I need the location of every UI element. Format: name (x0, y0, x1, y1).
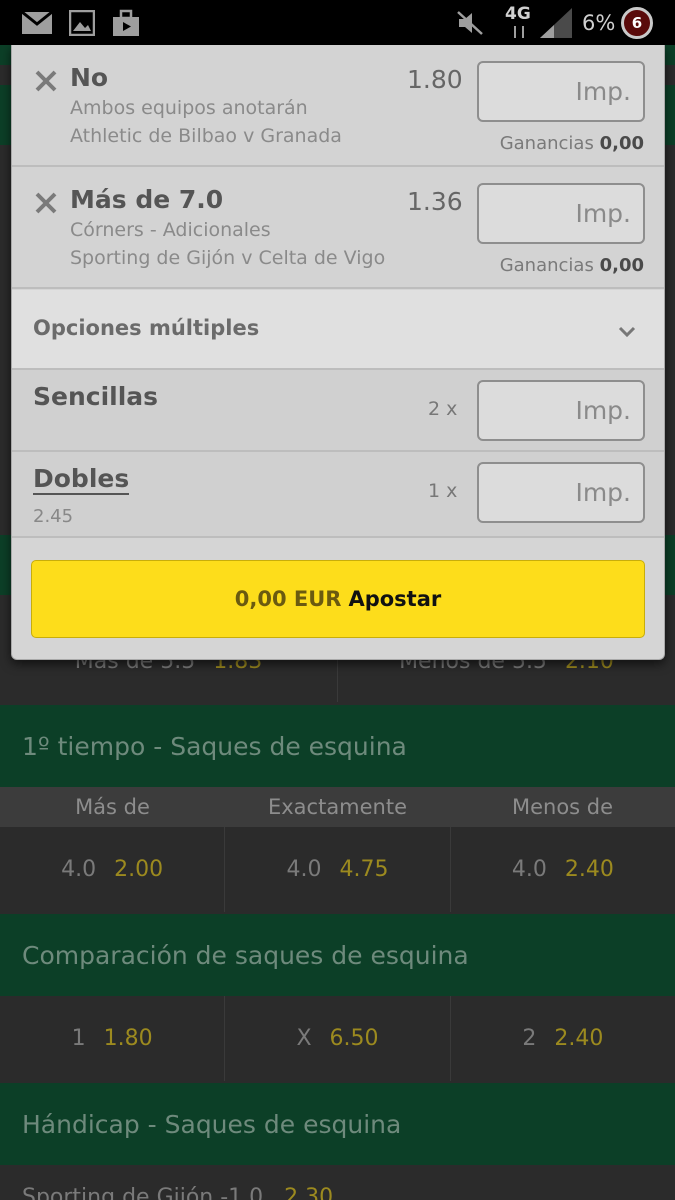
winnings: Ganancias 0,00 (499, 133, 644, 154)
market-name: Córners - Adicionales (70, 219, 271, 241)
odds-row: 4.0 2.00 4.0 4.75 4.0 2.40 (0, 827, 675, 912)
odds-cell[interactable]: 4.0 4.75 (225, 827, 451, 912)
gallery-icon (69, 10, 95, 36)
partial-odds-row[interactable]: Sporting de Gijón -1.0 2.30 (22, 1185, 333, 1200)
doubles-multiplier: 1 x (428, 480, 458, 502)
doubles-odds: 2.45 (33, 506, 74, 527)
doubles-label[interactable]: Dobles (33, 464, 130, 495)
section-header[interactable]: Comparación de saques de esquina (0, 914, 675, 996)
odds-cell[interactable]: X 6.50 (225, 996, 451, 1081)
singles-row: Sencillas 2 x Imp. (12, 370, 664, 452)
notification-badge: 6 (621, 7, 653, 39)
column-headers: Más de Exactamente Menos de (0, 787, 675, 827)
column-header: Más de (75, 795, 150, 819)
multiple-options-toggle[interactable]: Opciones múltiples (12, 290, 664, 370)
selection-name: No (70, 63, 109, 92)
odds-cell[interactable]: 1 1.80 (0, 996, 226, 1081)
stake-input[interactable]: Imp. (477, 61, 645, 122)
network-type: 4G (505, 4, 531, 24)
odds-row: 1 1.80 X 6.50 2 2.40 (0, 996, 675, 1081)
signal-icon (540, 8, 572, 38)
bet-selection: Más de 7.0 Córners - Adicionales Sportin… (12, 167, 664, 289)
muted-icon (457, 11, 483, 35)
place-bet-button[interactable]: 0,00 EUR Apostar (31, 560, 645, 638)
odds-cell[interactable]: 4.0 2.40 (451, 827, 675, 912)
close-icon[interactable] (34, 69, 58, 93)
section-title: 1º tiempo - Saques de esquina (22, 731, 407, 761)
section-header[interactable]: Hándicap - Saques de esquina (0, 1083, 675, 1165)
doubles-stake-input[interactable]: Imp. (477, 462, 645, 523)
market-name: Ambos equipos anotarán (70, 97, 308, 119)
data-arrows-icon (514, 26, 524, 38)
chevron-down-icon (618, 326, 636, 338)
status-bar: 4G 6% 6 (0, 0, 675, 45)
total-stake: 0,00 EUR (234, 587, 342, 611)
bet-slip-dialog: No Ambos equipos anotarán Athletic de Bi… (11, 45, 665, 660)
odds-cell[interactable]: 4.0 2.00 (0, 827, 226, 912)
winnings: Ganancias 0,00 (499, 255, 644, 276)
multiple-options-label: Opciones múltiples (33, 316, 260, 340)
event-name: Sporting de Gijón v Celta de Vigo (70, 247, 386, 269)
doubles-row: Dobles 2.45 1 x Imp. (12, 452, 664, 538)
singles-multiplier: 2 x (428, 398, 458, 420)
gmail-icon (22, 12, 52, 34)
section-header[interactable]: 1º tiempo - Saques de esquina (0, 705, 675, 787)
odds-cell[interactable]: 2 2.40 (451, 996, 675, 1081)
close-icon[interactable] (34, 191, 58, 215)
selection-odds: 1.80 (407, 65, 463, 94)
section-title: Hándicap - Saques de esquina (22, 1109, 402, 1139)
stake-input[interactable]: Imp. (477, 183, 645, 244)
briefcase-icon (113, 9, 139, 36)
notification-count: 6 (631, 14, 643, 32)
column-header: Exactamente (267, 795, 408, 819)
column-header: Menos de (511, 795, 614, 819)
battery-level: 6% (582, 11, 616, 35)
bet-selection: No Ambos equipos anotarán Athletic de Bi… (12, 45, 664, 167)
event-name: Athletic de Bilbao v Granada (70, 125, 342, 147)
singles-label: Sencillas (33, 382, 159, 411)
selection-name: Más de 7.0 (70, 185, 224, 214)
singles-stake-input[interactable]: Imp. (477, 380, 645, 441)
selection-odds: 1.36 (407, 187, 463, 216)
place-bet-label: Apostar (348, 587, 442, 611)
section-title: Comparación de saques de esquina (22, 940, 469, 970)
